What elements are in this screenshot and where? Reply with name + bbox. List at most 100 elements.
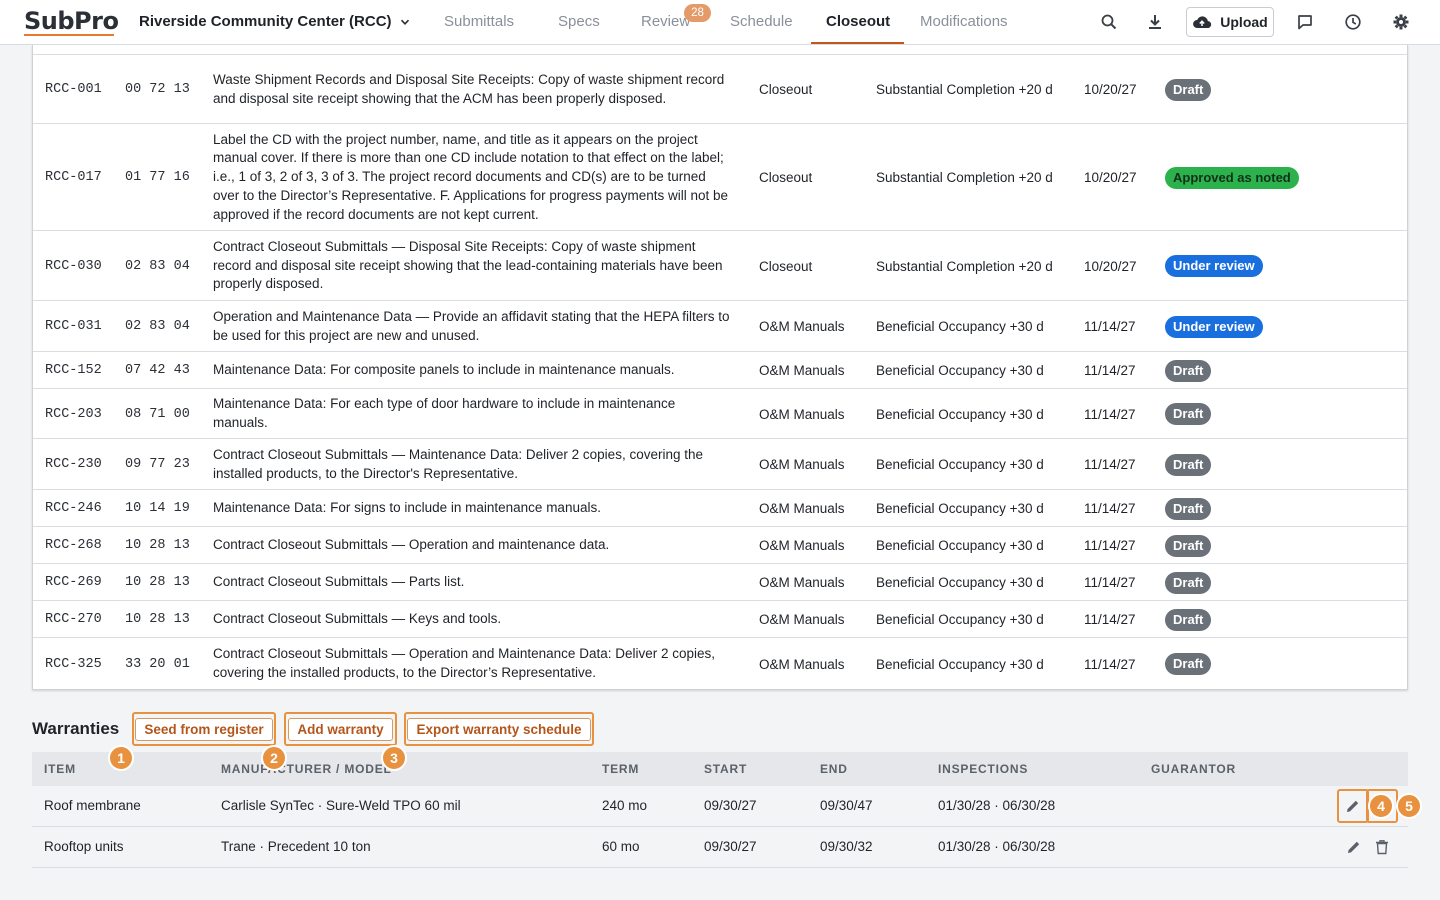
add-warranty-label: Add warranty (288, 717, 393, 741)
submittal-milestone-cell: Substantial Completion +20 d (876, 55, 1053, 124)
submittal-row[interactable]: RCC-031 02 83 04 Operation and Maintenance… (33, 300, 1407, 351)
add-warranty-button[interactable]: Add warranty (284, 712, 397, 746)
submittal-row[interactable]: RCC-230 09 77 23 Contract Closeout Submitt… (33, 438, 1407, 490)
submittal-milestone: Beneficial Occupancy +30 d (876, 612, 1044, 627)
history-icon[interactable] (1341, 10, 1365, 34)
annotation-marker-2: 2 (261, 745, 287, 771)
submittal-spec-section-cell: 33 20 01 (125, 638, 190, 689)
tab-submittals[interactable]: Submittals (444, 13, 514, 30)
delete-warranty-button[interactable] (1371, 836, 1393, 858)
seed-from-register-button[interactable]: Seed from register (132, 712, 276, 746)
seed-from-register-label: Seed from register (135, 717, 273, 741)
project-name: Riverside Community Center (RCC) (139, 13, 392, 30)
submittal-description-cell: Waste Shipment Records and Disposal Site… (213, 55, 733, 124)
submittal-type: O&M Manuals (759, 319, 845, 334)
submittal-type-cell: O&M Manuals (759, 638, 845, 689)
submittal-id[interactable]: RCC-001 (45, 82, 102, 97)
submittal-id[interactable]: RCC-017 (45, 170, 102, 185)
warranty-row: Roof membrane Carlisle SynTec · Sure-Wel… (32, 786, 1408, 827)
tab-closeout[interactable]: Closeout (826, 13, 890, 30)
edit-warranty-button[interactable] (1343, 836, 1365, 858)
submittal-id-cell: RCC-246 (45, 490, 102, 527)
upload-button[interactable]: Upload (1186, 7, 1274, 37)
status-badge-cell: Draft (1165, 564, 1212, 601)
status-badge: Draft (1165, 608, 1212, 631)
submittal-milestone-cell: Beneficial Occupancy +30 d (876, 439, 1044, 490)
submittal-row[interactable]: RCC-269 10 28 13 Contract Closeout Submitt… (33, 563, 1407, 601)
submittal-id-cell: RCC-017 (45, 124, 102, 231)
tab-schedule[interactable]: Schedule (730, 13, 793, 30)
submittal-id[interactable]: RCC-152 (45, 363, 102, 378)
submittal-id[interactable]: RCC-030 (45, 259, 102, 274)
submittal-id[interactable]: RCC-325 (45, 657, 102, 672)
submittal-milestone: Beneficial Occupancy +30 d (876, 501, 1044, 516)
warranty-start: 09/30/27 (704, 839, 757, 854)
submittal-spec-section: 33 20 01 (125, 656, 190, 672)
submittal-id[interactable]: RCC-270 (45, 612, 102, 627)
search-icon[interactable] (1097, 10, 1121, 34)
submittal-due-date-cell: 11/14/27 (1084, 389, 1136, 439)
warranty-inspections: 01/30/28 · 06/30/28 (938, 839, 1056, 854)
submittal-id[interactable]: RCC-230 (45, 457, 102, 472)
tab-modifications[interactable]: Modifications (920, 13, 1008, 30)
tab-specs[interactable]: Specs (558, 13, 600, 30)
submittal-due-date-cell: 11/14/27 (1084, 490, 1136, 527)
submittal-row[interactable]: RCC-246 10 14 19 Maintenance Data: For sig… (33, 489, 1407, 527)
submittal-milestone: Substantial Completion +20 d (876, 82, 1053, 97)
submittal-description-cell: Contract Closeout Submittals — Maintenan… (213, 439, 733, 490)
submittal-row[interactable]: RCC-152 07 42 43 Maintenance Data: For com… (33, 351, 1407, 388)
submittal-description-cell: Maintenance Data: For signs to include i… (213, 490, 733, 527)
status-badge-cell: Draft (1165, 490, 1212, 527)
submittal-type: O&M Manuals (759, 575, 845, 590)
status-badge: Approved as noted (1165, 166, 1299, 189)
submittal-milestone: Beneficial Occupancy +30 d (876, 457, 1044, 472)
submittal-description: Maintenance Data: For composite panels t… (213, 362, 675, 378)
submittal-type-cell: Closeout (759, 231, 812, 301)
submittal-row[interactable]: RCC-203 08 71 00 Maintenance Data: For eac… (33, 388, 1407, 439)
warranty-inspections: 01/30/28 · 06/30/28 (938, 798, 1056, 813)
submittal-row[interactable]: RCC-268 10 28 13 Contract Closeout Submitt… (33, 526, 1407, 564)
status-badge-cell: Approved as noted (1165, 124, 1299, 231)
submittal-id[interactable]: RCC-246 (45, 501, 102, 516)
annotation-marker-3: 3 (381, 745, 407, 771)
comment-icon[interactable] (1293, 10, 1317, 34)
submittal-type-cell: Closeout (759, 124, 812, 231)
submittal-milestone: Beneficial Occupancy +30 d (876, 363, 1044, 378)
app-logo[interactable]: SubPro (24, 7, 119, 35)
submittal-description: Operation and Maintenance Data — Provide… (213, 308, 730, 343)
warranty-item: Rooftop units (44, 839, 124, 854)
submittal-id[interactable]: RCC-268 (45, 538, 102, 553)
export-warranty-schedule-button[interactable]: Export warranty schedule (404, 712, 594, 746)
submittal-due-date: 11/14/27 (1084, 457, 1136, 472)
edit-warranty-button[interactable] (1337, 789, 1369, 823)
submittal-row[interactable]: RCC-017 01 77 16 Label the CD with the pro… (33, 123, 1407, 231)
submittal-row[interactable]: RCC-030 02 83 04 Contract Closeout Submitt… (33, 230, 1407, 301)
upload-label: Upload (1220, 14, 1268, 30)
submittal-description: Contract Closeout Submittals — Keys and … (213, 611, 502, 627)
download-icon[interactable] (1143, 10, 1167, 34)
column-header-start: START (704, 762, 748, 776)
project-selector[interactable]: Riverside Community Center (RCC) (139, 13, 410, 30)
warranty-item: Roof membrane (44, 798, 141, 813)
submittal-description: Contract Closeout Submittals — Operation… (213, 537, 610, 553)
submittal-row[interactable]: RCC-325 33 20 01 Contract Closeout Submitt… (33, 637, 1407, 689)
submittal-type: Closeout (759, 258, 813, 274)
submittal-type: O&M Manuals (759, 363, 845, 378)
submittal-spec-section: 02 83 04 (125, 319, 190, 334)
submittal-id[interactable]: RCC-031 (45, 319, 102, 334)
submittal-description: Contract Closeout Submittals — Operation… (213, 646, 716, 680)
submittal-spec-section: 09 77 23 (125, 457, 190, 472)
submittal-id-cell: RCC-268 (45, 527, 102, 564)
submittal-id[interactable]: RCC-203 (45, 407, 102, 422)
tab-review[interactable]: Review (641, 13, 690, 30)
submittals-table: RCC-001 00 72 13 Waste Shipment Records an… (32, 45, 1408, 690)
submittal-row[interactable]: RCC-270 10 28 13 Contract Closeout Submitt… (33, 600, 1407, 638)
submittal-type-cell: O&M Manuals (759, 389, 845, 439)
submittal-due-date: 11/14/27 (1084, 319, 1136, 334)
export-warranty-schedule-label: Export warranty schedule (407, 717, 591, 741)
gear-icon[interactable] (1389, 10, 1413, 34)
submittal-type-cell: O&M Manuals (759, 490, 845, 527)
status-badge-cell: Draft (1165, 601, 1212, 638)
submittal-row[interactable]: RCC-001 00 72 13 Waste Shipment Records an… (33, 54, 1407, 124)
submittal-id[interactable]: RCC-269 (45, 575, 102, 590)
